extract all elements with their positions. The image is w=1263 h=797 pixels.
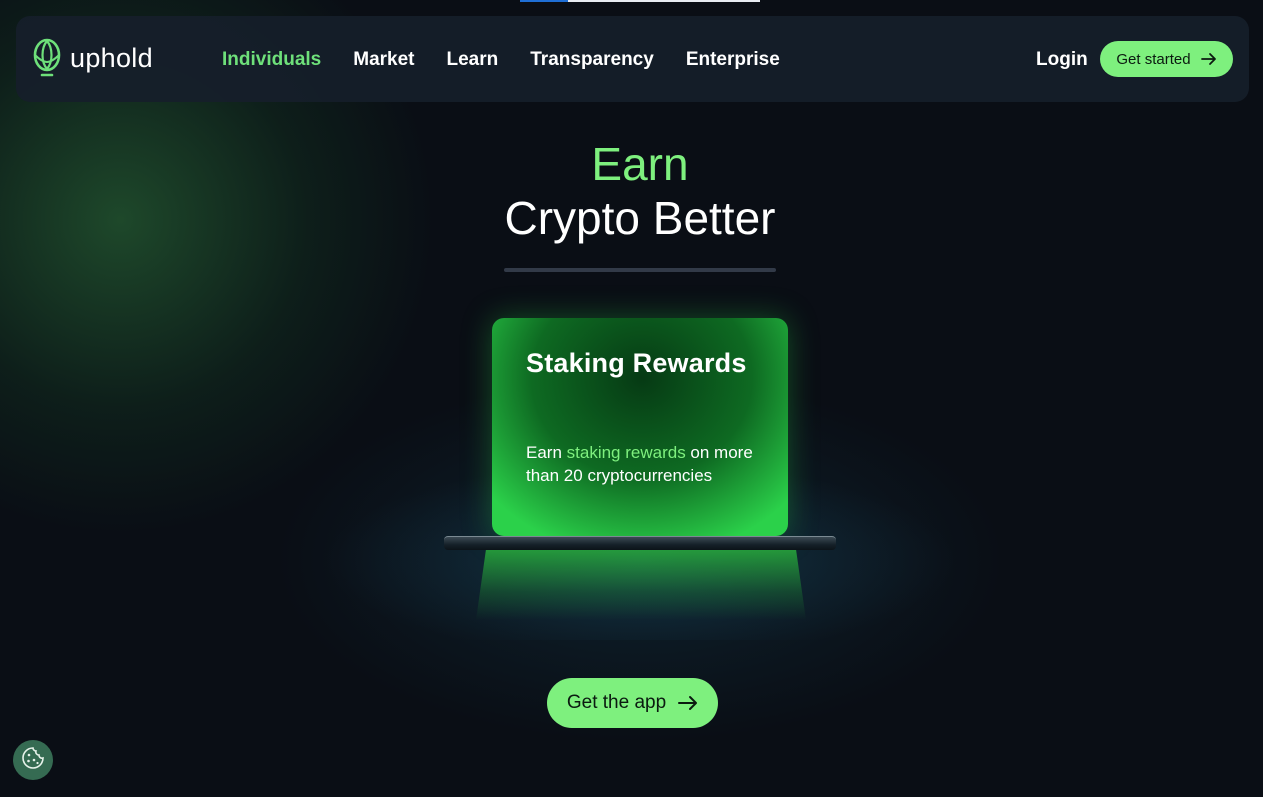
nav-item-learn[interactable]: Learn xyxy=(447,49,499,71)
staking-rewards-card: Staking Rewards Earn staking rewards on … xyxy=(492,318,788,536)
hero-earn-heading: Earn xyxy=(591,138,689,190)
uphold-leaf-icon xyxy=(32,38,62,78)
arrow-right-icon xyxy=(678,695,698,711)
logo[interactable]: uphold xyxy=(32,38,153,78)
login-link[interactable]: Login xyxy=(1036,49,1088,71)
nav-item-individuals[interactable]: Individuals xyxy=(222,49,321,71)
cookie-icon xyxy=(21,746,45,775)
card-body-highlight: staking rewards xyxy=(566,443,686,462)
browser-top-sliver xyxy=(520,0,760,2)
get-started-label: Get started xyxy=(1116,50,1191,68)
cookie-settings-button[interactable] xyxy=(13,740,53,780)
get-started-button[interactable]: Get started xyxy=(1100,41,1233,77)
card-title: Staking Rewards xyxy=(526,348,747,378)
phone-edge xyxy=(444,536,836,550)
page: uphold Individuals Market Learn Transpar… xyxy=(0,0,1263,797)
nav-item-transparency[interactable]: Transparency xyxy=(530,49,654,71)
get-the-app-label: Get the app xyxy=(566,692,667,713)
hero-title: Crypto Better xyxy=(504,192,776,244)
arrow-right-icon xyxy=(1200,52,1217,66)
nav-item-market[interactable]: Market xyxy=(353,49,414,71)
hero-divider xyxy=(504,268,776,272)
nav-item-enterprise[interactable]: Enterprise xyxy=(686,49,780,71)
navbar: uphold Individuals Market Learn Transpar… xyxy=(16,16,1249,102)
card-body-before: Earn xyxy=(526,443,567,462)
logo-wordmark: uphold xyxy=(70,42,153,73)
main-nav: Individuals Market Learn Transparency En… xyxy=(222,49,780,71)
card-reflection xyxy=(476,550,806,620)
get-the-app-button[interactable]: Get the app xyxy=(547,678,718,728)
card-description: Earn staking rewards on more than 20 cry… xyxy=(526,441,756,487)
